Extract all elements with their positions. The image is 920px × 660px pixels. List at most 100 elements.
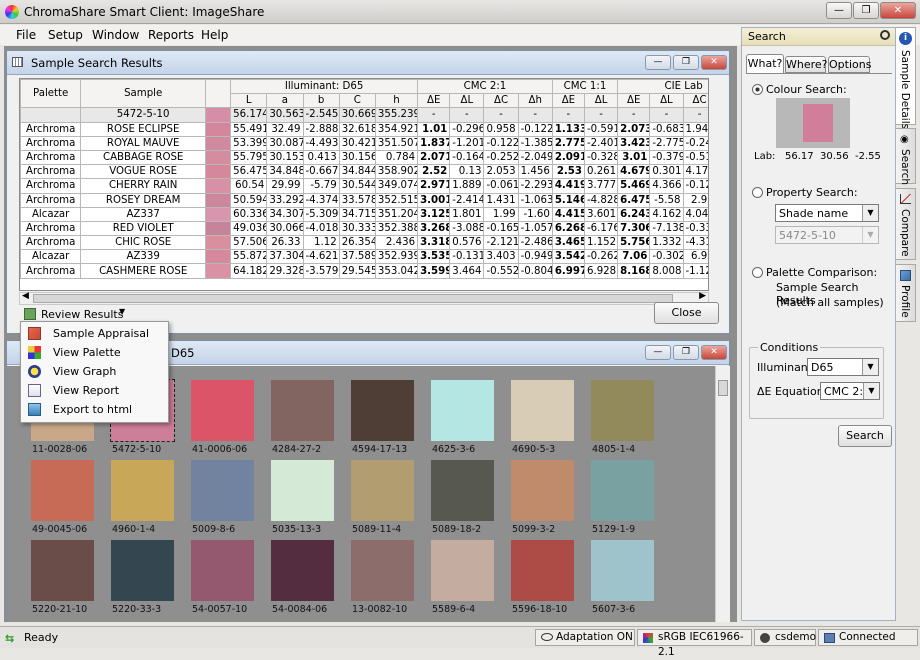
col-3[interactable]: C bbox=[338, 93, 376, 109]
palette-tile[interactable] bbox=[351, 380, 414, 441]
col-11[interactable]: ΔE bbox=[617, 93, 651, 109]
results-restore-icon[interactable]: ❐ bbox=[673, 55, 699, 70]
palette-tile[interactable] bbox=[511, 460, 574, 521]
table-row[interactable]: 5472-5-10 56.174 30.563 -2.545 30.669 355.239… bbox=[20, 107, 708, 123]
close-icon[interactable]: ✕ bbox=[880, 2, 916, 19]
conditions-group: Conditions Illuminant: D65 ▼ ΔE Equation… bbox=[749, 341, 884, 419]
table-row[interactable]: Archroma ROSEY DREAM 50.594 33.292 -4.374 33.… bbox=[20, 192, 708, 208]
table-row[interactable]: Archroma CHERRY RAIN 60.54 29.99 -5.79 30.544… bbox=[20, 178, 708, 194]
col-sample[interactable]: Sample bbox=[80, 79, 206, 109]
palette-tile[interactable] bbox=[271, 460, 334, 521]
table-row[interactable]: Archroma ROYAL MAUVE 53.399 30.087 -4.493 30.… bbox=[20, 135, 708, 151]
pin-icon[interactable] bbox=[880, 30, 890, 40]
palette-comparison-radio[interactable] bbox=[752, 267, 763, 278]
table-row[interactable]: Archroma ROSE ECLIPSE 55.491 32.49 -2.888 32.… bbox=[20, 121, 708, 137]
palette-tile[interactable] bbox=[31, 540, 94, 601]
cell-value: 5.756 bbox=[617, 235, 651, 251]
table-row[interactable]: Alcazar AZ339 55.872 37.304 -4.621 37.589 352.… bbox=[20, 249, 708, 265]
col-palette[interactable]: Palette bbox=[20, 79, 82, 109]
palette-restore-icon[interactable]: ❐ bbox=[673, 345, 699, 360]
col-7[interactable]: ΔC bbox=[483, 93, 519, 109]
table-row[interactable]: Alcazar AZ337 60.336 34.307 -5.309 34.715 351.… bbox=[20, 206, 708, 222]
col-0[interactable]: L bbox=[230, 93, 268, 109]
table-row[interactable]: Archroma CABBAGE ROSE 55.795 30.153 0.413 30.… bbox=[20, 149, 708, 166]
property-search-radio[interactable] bbox=[752, 187, 763, 198]
menu-file[interactable]: File bbox=[16, 28, 36, 42]
palette-close-icon[interactable]: ✕ bbox=[701, 345, 727, 360]
cell-value: -0.379 bbox=[649, 149, 684, 166]
palette-tile[interactable] bbox=[271, 380, 334, 441]
palette-tile[interactable] bbox=[591, 460, 654, 521]
col-12[interactable]: ΔL bbox=[649, 93, 684, 109]
tab-where[interactable]: Where? bbox=[785, 56, 828, 73]
col-10[interactable]: ΔL bbox=[583, 93, 619, 109]
palette-tile[interactable] bbox=[271, 540, 334, 601]
palette-tile[interactable] bbox=[591, 540, 654, 601]
search-button[interactable]: Search bbox=[838, 425, 892, 447]
col-1[interactable]: a bbox=[266, 93, 304, 109]
menu-item-view-palette[interactable]: View Palette bbox=[21, 343, 168, 362]
palette-tile[interactable] bbox=[111, 540, 174, 601]
palette-tile[interactable] bbox=[591, 380, 654, 441]
tab-what[interactable]: What? bbox=[746, 54, 784, 73]
side-tab-compare[interactable]: Compare bbox=[896, 188, 916, 260]
col-13[interactable]: ΔC bbox=[682, 93, 708, 109]
palette-scrollbar[interactable] bbox=[715, 366, 730, 622]
palette-tile[interactable] bbox=[351, 460, 414, 521]
menu-reports[interactable]: Reports bbox=[148, 28, 194, 42]
palette-tile[interactable] bbox=[431, 460, 494, 521]
side-tab-search[interactable]: ◉ Search bbox=[896, 128, 916, 185]
table-row[interactable]: Archroma RED VIOLET 49.036 30.066 -4.018 30.3… bbox=[20, 220, 708, 237]
cell-value: -4.621 bbox=[302, 249, 340, 265]
palette-tile[interactable] bbox=[191, 460, 254, 521]
property-select[interactable]: Shade name ▼ bbox=[775, 204, 879, 222]
cell-value: -0.122 bbox=[517, 121, 553, 137]
restore-icon[interactable]: ❐ bbox=[853, 2, 879, 19]
side-tab-sample-details[interactable]: i Sample Details bbox=[896, 27, 916, 129]
property-value-select[interactable]: 5472-5-10 ▼ bbox=[775, 226, 879, 244]
menu-help[interactable]: Help bbox=[201, 28, 228, 42]
palette-minimize-icon[interactable]: — bbox=[645, 345, 671, 360]
menu-item-sample-appraisal[interactable]: Sample Appraisal bbox=[21, 324, 168, 343]
minimize-icon[interactable]: — bbox=[826, 2, 852, 19]
palette-tile[interactable] bbox=[191, 380, 254, 441]
cell-value: 32.49 bbox=[266, 121, 304, 137]
col-8[interactable]: Δh bbox=[517, 93, 553, 109]
colour-search-radio[interactable] bbox=[752, 84, 763, 95]
table-row[interactable]: Archroma CASHMERE ROSE 64.182 29.328 -3.579 2… bbox=[20, 263, 708, 279]
illuminant-select[interactable]: D65 ▼ bbox=[807, 358, 879, 376]
menu-item-export-html[interactable]: Export to html bbox=[21, 400, 168, 419]
col-2[interactable]: b bbox=[302, 93, 340, 109]
cell-palette: Archroma bbox=[20, 121, 82, 137]
palette-tile[interactable] bbox=[351, 540, 414, 601]
tab-options[interactable]: Options bbox=[828, 56, 871, 73]
de-equation-select[interactable]: CMC 2:1 ▼ bbox=[820, 382, 880, 400]
results-close-icon[interactable]: ✕ bbox=[701, 55, 727, 70]
table-row[interactable]: Archroma CHIC ROSE 57.506 26.33 1.12 26.354 2.… bbox=[20, 235, 708, 251]
colour-swatch[interactable] bbox=[803, 104, 833, 142]
side-tab-profile[interactable]: Profile bbox=[896, 264, 916, 322]
col-6[interactable]: ΔL bbox=[449, 93, 485, 109]
palette-tile[interactable] bbox=[511, 540, 574, 601]
palette-tile[interactable] bbox=[511, 380, 574, 441]
cell-value: 2.071 bbox=[417, 149, 451, 166]
cell-value: 0.301 bbox=[649, 164, 684, 180]
palette-tile-label: 5220-33-3 bbox=[112, 604, 162, 615]
cell-value: 355.239 bbox=[374, 107, 419, 123]
palette-tile[interactable] bbox=[31, 460, 94, 521]
menu-item-view-report[interactable]: View Report bbox=[21, 381, 168, 400]
menu-setup[interactable]: Setup bbox=[48, 28, 83, 42]
col-4[interactable]: h bbox=[374, 93, 419, 109]
cell-swatch bbox=[204, 149, 232, 166]
palette-tile[interactable] bbox=[431, 380, 494, 441]
menu-window[interactable]: Window bbox=[92, 28, 139, 42]
palette-tile[interactable] bbox=[431, 540, 494, 601]
close-button[interactable]: Close bbox=[654, 302, 719, 324]
results-minimize-icon[interactable]: — bbox=[645, 55, 671, 70]
menu-item-view-graph[interactable]: View Graph bbox=[21, 362, 168, 381]
col-9[interactable]: ΔE bbox=[551, 93, 585, 109]
palette-tile[interactable] bbox=[111, 460, 174, 521]
palette-tile[interactable] bbox=[191, 540, 254, 601]
table-row[interactable]: Archroma VOGUE ROSE 56.475 34.848 -0.667 34.8… bbox=[20, 164, 708, 180]
col-5[interactable]: ΔE bbox=[417, 93, 451, 109]
